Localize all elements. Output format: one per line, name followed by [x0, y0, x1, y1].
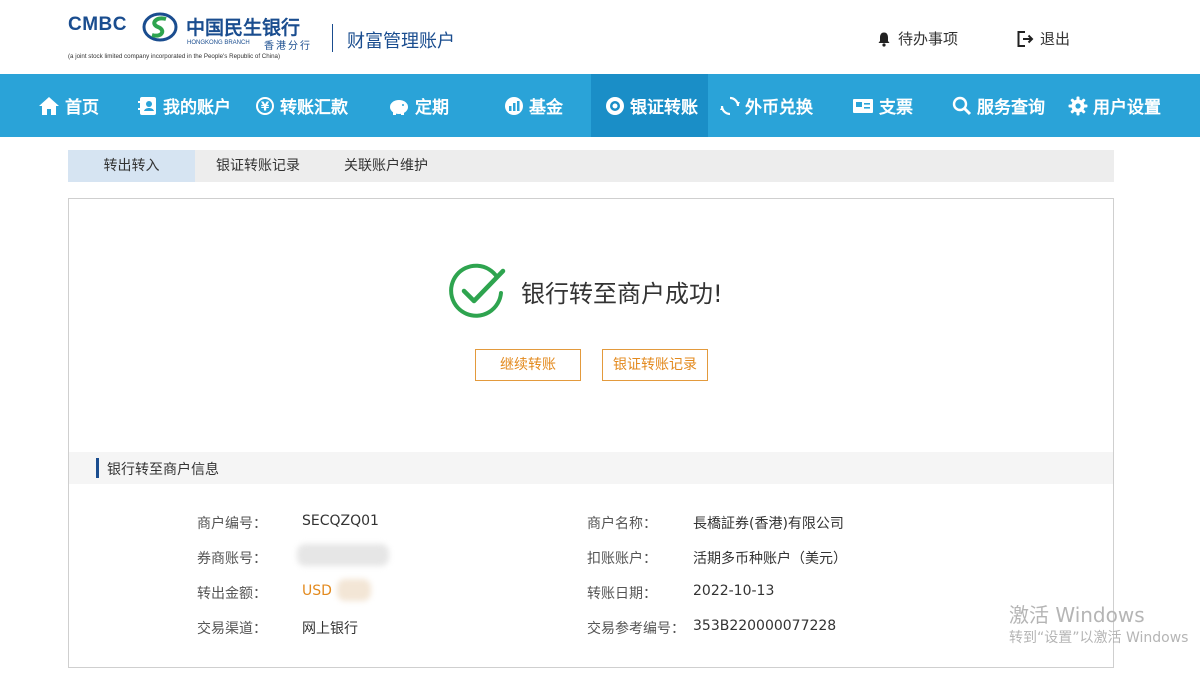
nav-label: 基金	[529, 98, 563, 118]
svg-text:¥: ¥	[261, 99, 270, 113]
transfer-date-label: 转账日期：	[587, 586, 657, 602]
nav-item-fx-exchange[interactable]: 外币兑换	[720, 74, 813, 137]
bank-logo[interactable]: CMBC 中国民生银行 HONGKONG BRANCH 香港分行 (a join…	[68, 12, 328, 64]
portal-title: 财富管理账户	[347, 31, 455, 52]
section-title: 银行转至商户信息	[107, 462, 219, 478]
fund-chart-icon	[505, 96, 523, 115]
logout-icon	[1017, 30, 1034, 47]
nav-item-fund[interactable]: 基金	[504, 74, 563, 137]
nav-item-fixed-deposit[interactable]: 定期	[388, 74, 449, 137]
branch-text-en: HONGKONG BRANCH	[187, 40, 250, 46]
success-text: 银行转至商户成功!	[521, 279, 723, 308]
nav-label: 外币兑换	[745, 98, 813, 118]
sub-tab-bar: 转出转入 银证转账记录 关联账户维护	[68, 150, 1114, 182]
transfer-amount-value: USD	[302, 583, 332, 599]
redacted-amount	[337, 579, 371, 601]
gear-icon	[1068, 96, 1088, 115]
transfer-records-button[interactable]: 银证转账记录	[602, 349, 708, 381]
main-nav: 首页 我的账户 ¥ 转账汇款 定期 基金 银证转账 外币兑换 支票 服务查询 用…	[0, 74, 1200, 137]
broker-account-label: 券商账号：	[197, 551, 267, 567]
merchant-name-label: 商户名称：	[587, 516, 657, 532]
merchant-name-value: 長橋証券(香港)有限公司	[693, 516, 844, 532]
merchant-id-label: 商户编号：	[197, 516, 267, 532]
nav-item-service-inquiry[interactable]: 服务查询	[952, 74, 1045, 137]
tab-transfer-records[interactable]: 银证转账记录	[208, 150, 308, 182]
debit-account-value: 活期多币种账户（美元）	[693, 551, 847, 567]
nav-item-bank-securities-transfer[interactable]: 银证转账	[591, 74, 708, 137]
logo-text-cn: 中国民生银行	[186, 17, 301, 39]
todo-label: 待办事项	[898, 30, 959, 48]
debit-account-label: 扣账账户：	[587, 551, 657, 567]
legal-notice: (a joint stock limited company incorpora…	[68, 53, 281, 60]
transfer-date-value: 2022-10-13	[693, 583, 775, 599]
nav-label: 转账汇款	[280, 98, 348, 118]
continue-transfer-button[interactable]: 继续转账	[475, 349, 581, 381]
nav-item-home[interactable]: 首页	[38, 74, 99, 137]
info-section-header: 银行转至商户信息	[69, 452, 1113, 484]
nav-label: 首页	[65, 98, 99, 118]
nav-item-my-account[interactable]: 我的账户	[138, 74, 231, 137]
nav-label: 银证转账	[630, 98, 698, 118]
nav-label: 支票	[879, 98, 913, 118]
reference-number-label: 交易参考编号：	[587, 621, 685, 637]
piggy-bank-icon	[390, 99, 408, 115]
channel-value: 网上银行	[302, 621, 358, 637]
nav-label: 我的账户	[163, 98, 231, 118]
todo-link[interactable]: 待办事项	[876, 28, 958, 49]
cheque-icon	[853, 98, 873, 113]
redacted-broker-account	[297, 544, 389, 566]
nav-label: 定期	[415, 98, 449, 118]
cmbc-emblem-icon	[142, 12, 178, 42]
nav-label: 服务查询	[977, 98, 1045, 118]
header-divider	[332, 24, 333, 52]
channel-label: 交易渠道：	[197, 621, 267, 637]
top-header: CMBC 中国民生银行 HONGKONG BRANCH 香港分行 (a join…	[0, 0, 1200, 74]
success-message: 银行转至商户成功!	[447, 263, 747, 319]
tab-transfer-in-out[interactable]: 转出转入	[68, 150, 195, 182]
logout-label: 退出	[1040, 30, 1071, 48]
logout-link[interactable]: 退出	[1016, 28, 1070, 49]
nav-label: 用户设置	[1093, 98, 1161, 118]
reference-number-value: 353B220000077228	[693, 618, 837, 634]
nav-item-user-settings[interactable]: 用户设置	[1068, 74, 1161, 137]
bell-icon	[878, 32, 890, 47]
branch-text-cn: 香港分行	[264, 41, 312, 52]
section-accent-bar	[96, 458, 99, 478]
tab-linked-account[interactable]: 关联账户维护	[336, 150, 436, 182]
merchant-id-value: SECQZQ01	[302, 513, 379, 529]
windows-activation-watermark: 激活 Windows	[1009, 603, 1145, 627]
search-icon	[952, 96, 972, 115]
success-check-icon	[449, 263, 506, 318]
exchange-icon	[720, 96, 740, 115]
nav-item-cheque[interactable]: 支票	[852, 74, 913, 137]
target-icon	[606, 96, 624, 115]
result-panel: 银行转至商户成功! 继续转账 银证转账记录 银行转至商户信息 商户编号： SEC…	[68, 198, 1114, 668]
logo-text-en: CMBC	[68, 14, 127, 35]
home-icon	[39, 96, 59, 115]
transfer-amount-label: 转出金额：	[197, 586, 267, 602]
account-book-icon	[138, 96, 156, 115]
windows-activation-hint: 转到“设置”以激活 Windows	[1009, 630, 1189, 646]
nav-item-transfer[interactable]: ¥ 转账汇款	[255, 74, 348, 137]
yen-transfer-icon: ¥	[256, 96, 274, 115]
